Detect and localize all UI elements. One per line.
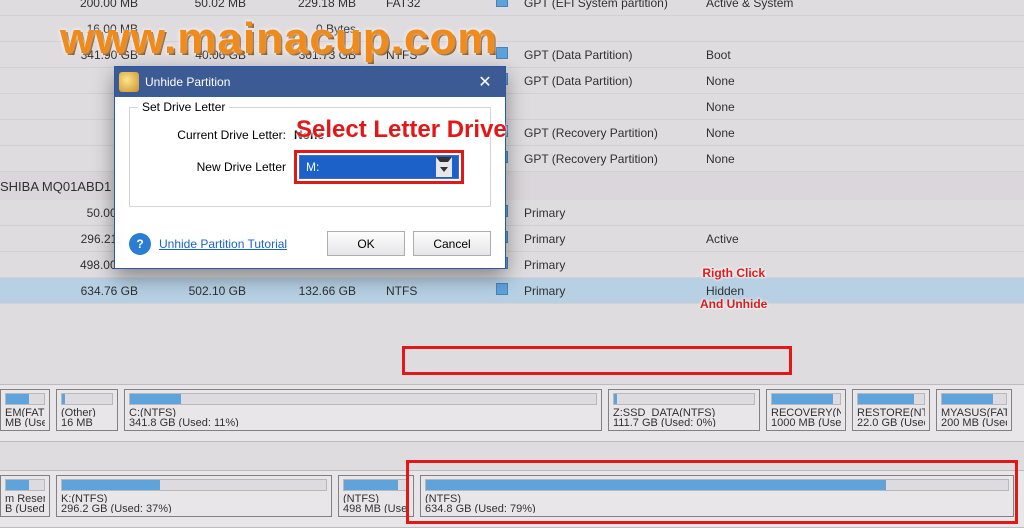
highlight-box-row	[402, 346, 792, 375]
combo-highlight: M:	[294, 150, 464, 184]
current-letter-label: Current Drive Letter:	[144, 128, 294, 142]
table-row[interactable]: 634.76 GB 502.10 GB 132.66 GB NTFS Prima…	[0, 278, 1024, 304]
chevron-down-icon[interactable]	[436, 157, 452, 177]
dialog-titlebar[interactable]: Unhide Partition ✕	[115, 67, 505, 97]
new-letter-value: M:	[306, 160, 319, 174]
partition-icon	[496, 0, 508, 7]
close-icon[interactable]: ✕	[469, 70, 501, 94]
partition-block[interactable]: MYASUS(FAT. 200 MB (Used	[936, 389, 1012, 431]
disk-map-1: EM(FAT3 MB (Used (Other) 16 MB C:(NTFS) …	[0, 384, 1024, 442]
partition-block[interactable]: (Other) 16 MB	[56, 389, 118, 431]
partition-icon	[496, 283, 508, 295]
new-letter-select[interactable]: M:	[299, 155, 459, 179]
annotation-select-letter: Select Letter Drive	[296, 116, 507, 144]
tutorial-link[interactable]: Unhide Partition Tutorial	[159, 237, 287, 251]
partition-icon	[496, 47, 508, 59]
unhide-partition-dialog: Unhide Partition ✕ Set Drive Letter Curr…	[114, 66, 506, 269]
partition-block[interactable]: EM(FAT3 MB (Used	[0, 389, 50, 431]
cancel-button[interactable]: Cancel	[413, 231, 491, 256]
partition-block[interactable]: (NTFS) 498 MB (Used	[338, 475, 414, 517]
partition-block[interactable]: m Reser B (Used	[0, 475, 50, 517]
watermark: www.mainacup.com	[60, 14, 497, 64]
partition-block[interactable]: Z:SSD_DATA(NTFS) 111.7 GB (Used: 0%)	[608, 389, 760, 431]
ok-button[interactable]: OK	[327, 231, 405, 256]
info-icon: ?	[129, 233, 151, 255]
new-letter-label: New Drive Letter	[144, 160, 294, 174]
partition-block[interactable]: RECOVERY(N 1000 MB (Used	[766, 389, 846, 431]
highlight-box-partition	[406, 460, 1018, 524]
dialog-title: Unhide Partition	[145, 75, 230, 89]
partition-block[interactable]: K:(NTFS) 296.2 GB (Used: 37%)	[56, 475, 332, 517]
partition-block[interactable]: C:(NTFS) 341.8 GB (Used: 11%)	[124, 389, 602, 431]
partition-block[interactable]: RESTORE(NTF 22.0 GB (Used:	[852, 389, 930, 431]
app-icon	[119, 72, 139, 92]
annotation-right-click: Rigth Click And Unhide	[700, 256, 767, 318]
fieldset-legend: Set Drive Letter	[138, 100, 229, 114]
